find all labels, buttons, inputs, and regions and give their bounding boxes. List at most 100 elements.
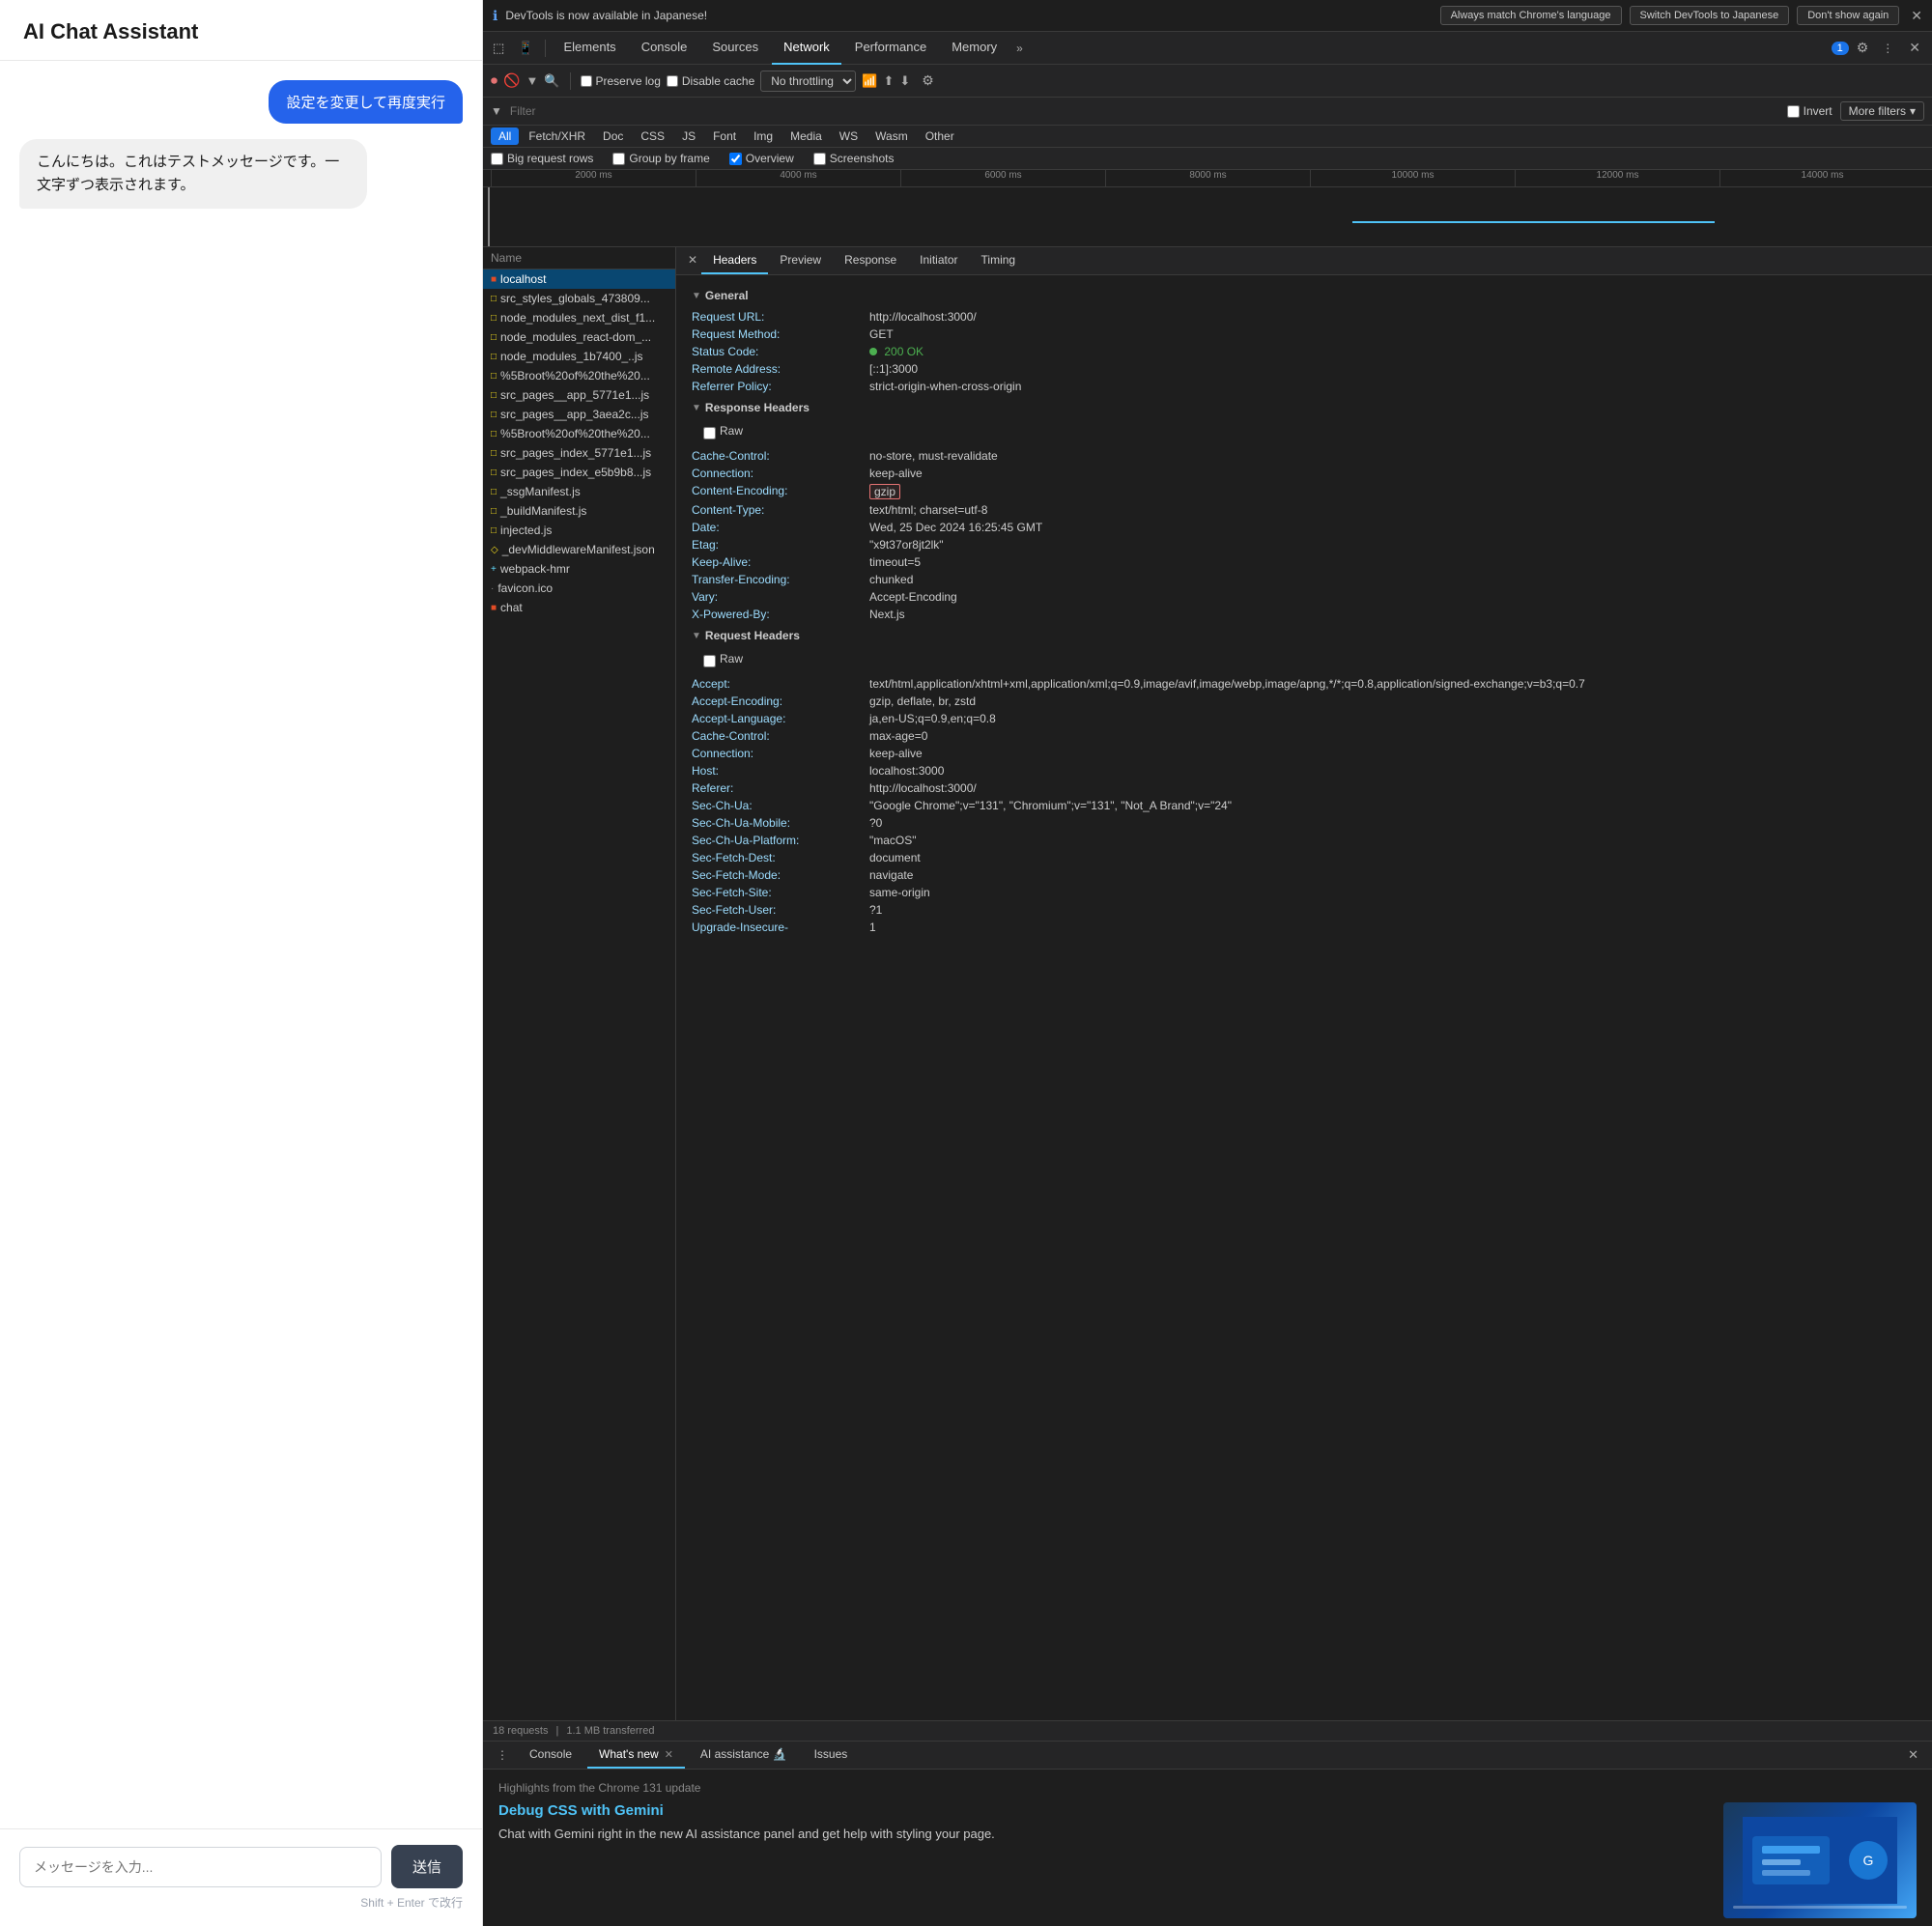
tab-performance[interactable]: Performance bbox=[843, 32, 938, 65]
filter-icon[interactable]: ▼ bbox=[526, 73, 538, 88]
file-name-8: %5Broot%20of%20the%20... bbox=[500, 427, 650, 440]
file-icon-js-8: □ bbox=[491, 429, 497, 439]
file-icon-chat: ■ bbox=[491, 603, 497, 613]
file-item-10[interactable]: □ src_pages_index_e5b9b8...js bbox=[483, 463, 675, 482]
screenshots-checkbox[interactable]: Screenshots bbox=[813, 152, 895, 165]
file-item-15[interactable]: + webpack-hmr bbox=[483, 559, 675, 579]
header-vary: Vary: Accept-Encoding bbox=[692, 588, 1917, 606]
file-item-chat[interactable]: ■ chat bbox=[483, 598, 675, 617]
type-btn-other[interactable]: Other bbox=[918, 127, 962, 145]
whats-new-close-icon[interactable]: ✕ bbox=[665, 1748, 673, 1761]
file-item-8[interactable]: □ %5Broot%20of%20the%20... bbox=[483, 424, 675, 443]
toolbar-separator-2 bbox=[570, 72, 571, 90]
raw-response-checkbox[interactable]: Raw bbox=[692, 420, 1917, 447]
invert-checkbox[interactable]: Invert bbox=[1787, 104, 1833, 118]
panel-close-icon[interactable]: ✕ bbox=[684, 247, 701, 274]
whats-new-svg: G bbox=[1743, 1817, 1897, 1904]
wifi-icon[interactable]: 📶 bbox=[862, 73, 877, 89]
type-btn-js[interactable]: JS bbox=[674, 127, 703, 145]
throttle-select[interactable]: No throttling bbox=[760, 71, 856, 92]
timeline-area[interactable]: 2000 ms 4000 ms 6000 ms 8000 ms 10000 ms… bbox=[483, 170, 1932, 247]
file-item-1[interactable]: □ src_styles_globals_473809... bbox=[483, 289, 675, 308]
devtools-close-icon[interactable]: ✕ bbox=[1901, 36, 1928, 60]
chat-input[interactable] bbox=[19, 1847, 382, 1887]
clear-button[interactable]: 🚫 bbox=[503, 72, 520, 89]
toolbar-separator-1 bbox=[545, 40, 546, 57]
bottom-content: Highlights from the Chrome 131 update De… bbox=[483, 1770, 1932, 1926]
file-item-2[interactable]: □ node_modules_next_dist_f1... bbox=[483, 308, 675, 327]
dont-show-again-button[interactable]: Don't show again bbox=[1797, 6, 1899, 25]
request-headers-section-title[interactable]: ▼ Request Headers bbox=[692, 623, 1917, 648]
type-btn-wasm[interactable]: Wasm bbox=[867, 127, 916, 145]
tab-initiator[interactable]: Initiator bbox=[908, 247, 969, 274]
tab-timing[interactable]: Timing bbox=[970, 247, 1028, 274]
bottom-tab-console[interactable]: Console bbox=[518, 1742, 583, 1769]
more-tabs-icon[interactable]: » bbox=[1010, 38, 1029, 59]
overview-checkbox[interactable]: Overview bbox=[729, 152, 794, 165]
tab-preview[interactable]: Preview bbox=[768, 247, 833, 274]
device-icon[interactable]: 📱 bbox=[512, 37, 539, 60]
ruler-mark-2: 4000 ms bbox=[696, 170, 900, 186]
download-icon[interactable]: ⬇ bbox=[899, 73, 910, 89]
tab-memory[interactable]: Memory bbox=[940, 32, 1009, 65]
switch-devtools-button[interactable]: Switch DevTools to Japanese bbox=[1630, 6, 1790, 25]
response-headers-section-title[interactable]: ▼ Response Headers bbox=[692, 395, 1917, 420]
req-header-sec-ch-ua-mobile: Sec-Ch-Ua-Mobile: ?0 bbox=[692, 814, 1917, 832]
record-button[interactable]: ⏺ bbox=[491, 72, 497, 89]
bottom-panel-drag-icon[interactable]: ⋮ bbox=[491, 1744, 514, 1766]
type-btn-ws[interactable]: WS bbox=[832, 127, 866, 145]
header-row-status: Status Code: 200 OK bbox=[692, 343, 1917, 360]
big-request-rows-checkbox[interactable]: Big request rows bbox=[491, 152, 593, 165]
file-item-5[interactable]: □ %5Broot%20of%20the%20... bbox=[483, 366, 675, 385]
search-icon[interactable]: 🔍 bbox=[544, 73, 559, 89]
file-item-13[interactable]: □ injected.js bbox=[483, 521, 675, 540]
tab-headers[interactable]: Headers bbox=[701, 247, 768, 274]
network-toolbar: ⏺ 🚫 ▼ 🔍 Preserve log Disable cache No th… bbox=[483, 65, 1932, 98]
preserve-log-checkbox[interactable]: Preserve log bbox=[581, 74, 661, 88]
file-item-6[interactable]: □ src_pages__app_5771e1...js bbox=[483, 385, 675, 405]
bottom-tab-issues[interactable]: Issues bbox=[803, 1742, 860, 1769]
file-item-4[interactable]: □ node_modules_1b7400_..js bbox=[483, 347, 675, 366]
send-button[interactable]: 送信 bbox=[391, 1845, 463, 1888]
upload-icon[interactable]: ⬆ bbox=[883, 73, 894, 89]
network-settings-icon[interactable]: ⚙ bbox=[916, 69, 940, 93]
tab-sources[interactable]: Sources bbox=[700, 32, 770, 65]
tab-console[interactable]: Console bbox=[630, 32, 699, 65]
tab-network[interactable]: Network bbox=[772, 32, 841, 65]
type-btn-media[interactable]: Media bbox=[782, 127, 830, 145]
filter-input[interactable] bbox=[510, 104, 1779, 118]
type-btn-css[interactable]: CSS bbox=[633, 127, 672, 145]
devtools-main-toolbar: ⬚ 📱 Elements Console Sources Network Per… bbox=[483, 32, 1932, 65]
file-item-11[interactable]: □ _ssgManifest.js bbox=[483, 482, 675, 501]
type-btn-fetch-xhr[interactable]: Fetch/XHR bbox=[521, 127, 593, 145]
file-item-7[interactable]: □ src_pages__app_3aea2c...js bbox=[483, 405, 675, 424]
more-options-icon[interactable]: ⋮ bbox=[1876, 38, 1899, 59]
inspect-icon[interactable]: ⬚ bbox=[487, 37, 510, 60]
tab-response[interactable]: Response bbox=[833, 247, 908, 274]
bottom-panel-close-icon[interactable]: ✕ bbox=[1902, 1743, 1924, 1767]
image-overlay bbox=[1733, 1906, 1907, 1909]
bottom-tab-ai-assistance[interactable]: AI assistance 🔬 bbox=[689, 1742, 799, 1769]
group-by-frame-checkbox[interactable]: Group by frame bbox=[612, 152, 709, 165]
type-btn-doc[interactable]: Doc bbox=[595, 127, 631, 145]
file-item-12[interactable]: □ _buildManifest.js bbox=[483, 501, 675, 521]
file-item-16[interactable]: · favicon.ico bbox=[483, 579, 675, 598]
bottom-tab-whats-new[interactable]: What's new ✕ bbox=[587, 1742, 685, 1769]
file-item-14[interactable]: ◇ _devMiddlewareManifest.json bbox=[483, 540, 675, 559]
type-btn-all[interactable]: All bbox=[491, 127, 519, 145]
type-filter-row: All Fetch/XHR Doc CSS JS Font Img Media … bbox=[483, 126, 1932, 148]
disable-cache-checkbox[interactable]: Disable cache bbox=[667, 74, 754, 88]
general-section-title[interactable]: ▼ General bbox=[692, 283, 1917, 308]
infobar-close-icon[interactable]: ✕ bbox=[1911, 8, 1922, 24]
settings-icon[interactable]: ⚙ bbox=[1851, 36, 1875, 60]
raw-request-checkbox[interactable]: Raw bbox=[692, 648, 1917, 675]
tab-elements[interactable]: Elements bbox=[552, 32, 627, 65]
file-name-localhost: localhost bbox=[500, 272, 546, 286]
match-language-button[interactable]: Always match Chrome's language bbox=[1440, 6, 1622, 25]
more-filters-button[interactable]: More filters ▾ bbox=[1840, 101, 1924, 121]
type-btn-font[interactable]: Font bbox=[705, 127, 744, 145]
type-btn-img[interactable]: Img bbox=[746, 127, 781, 145]
file-item-localhost[interactable]: ■ localhost bbox=[483, 269, 675, 289]
file-item-3[interactable]: □ node_modules_react-dom_... bbox=[483, 327, 675, 347]
file-item-9[interactable]: □ src_pages_index_5771e1...js bbox=[483, 443, 675, 463]
